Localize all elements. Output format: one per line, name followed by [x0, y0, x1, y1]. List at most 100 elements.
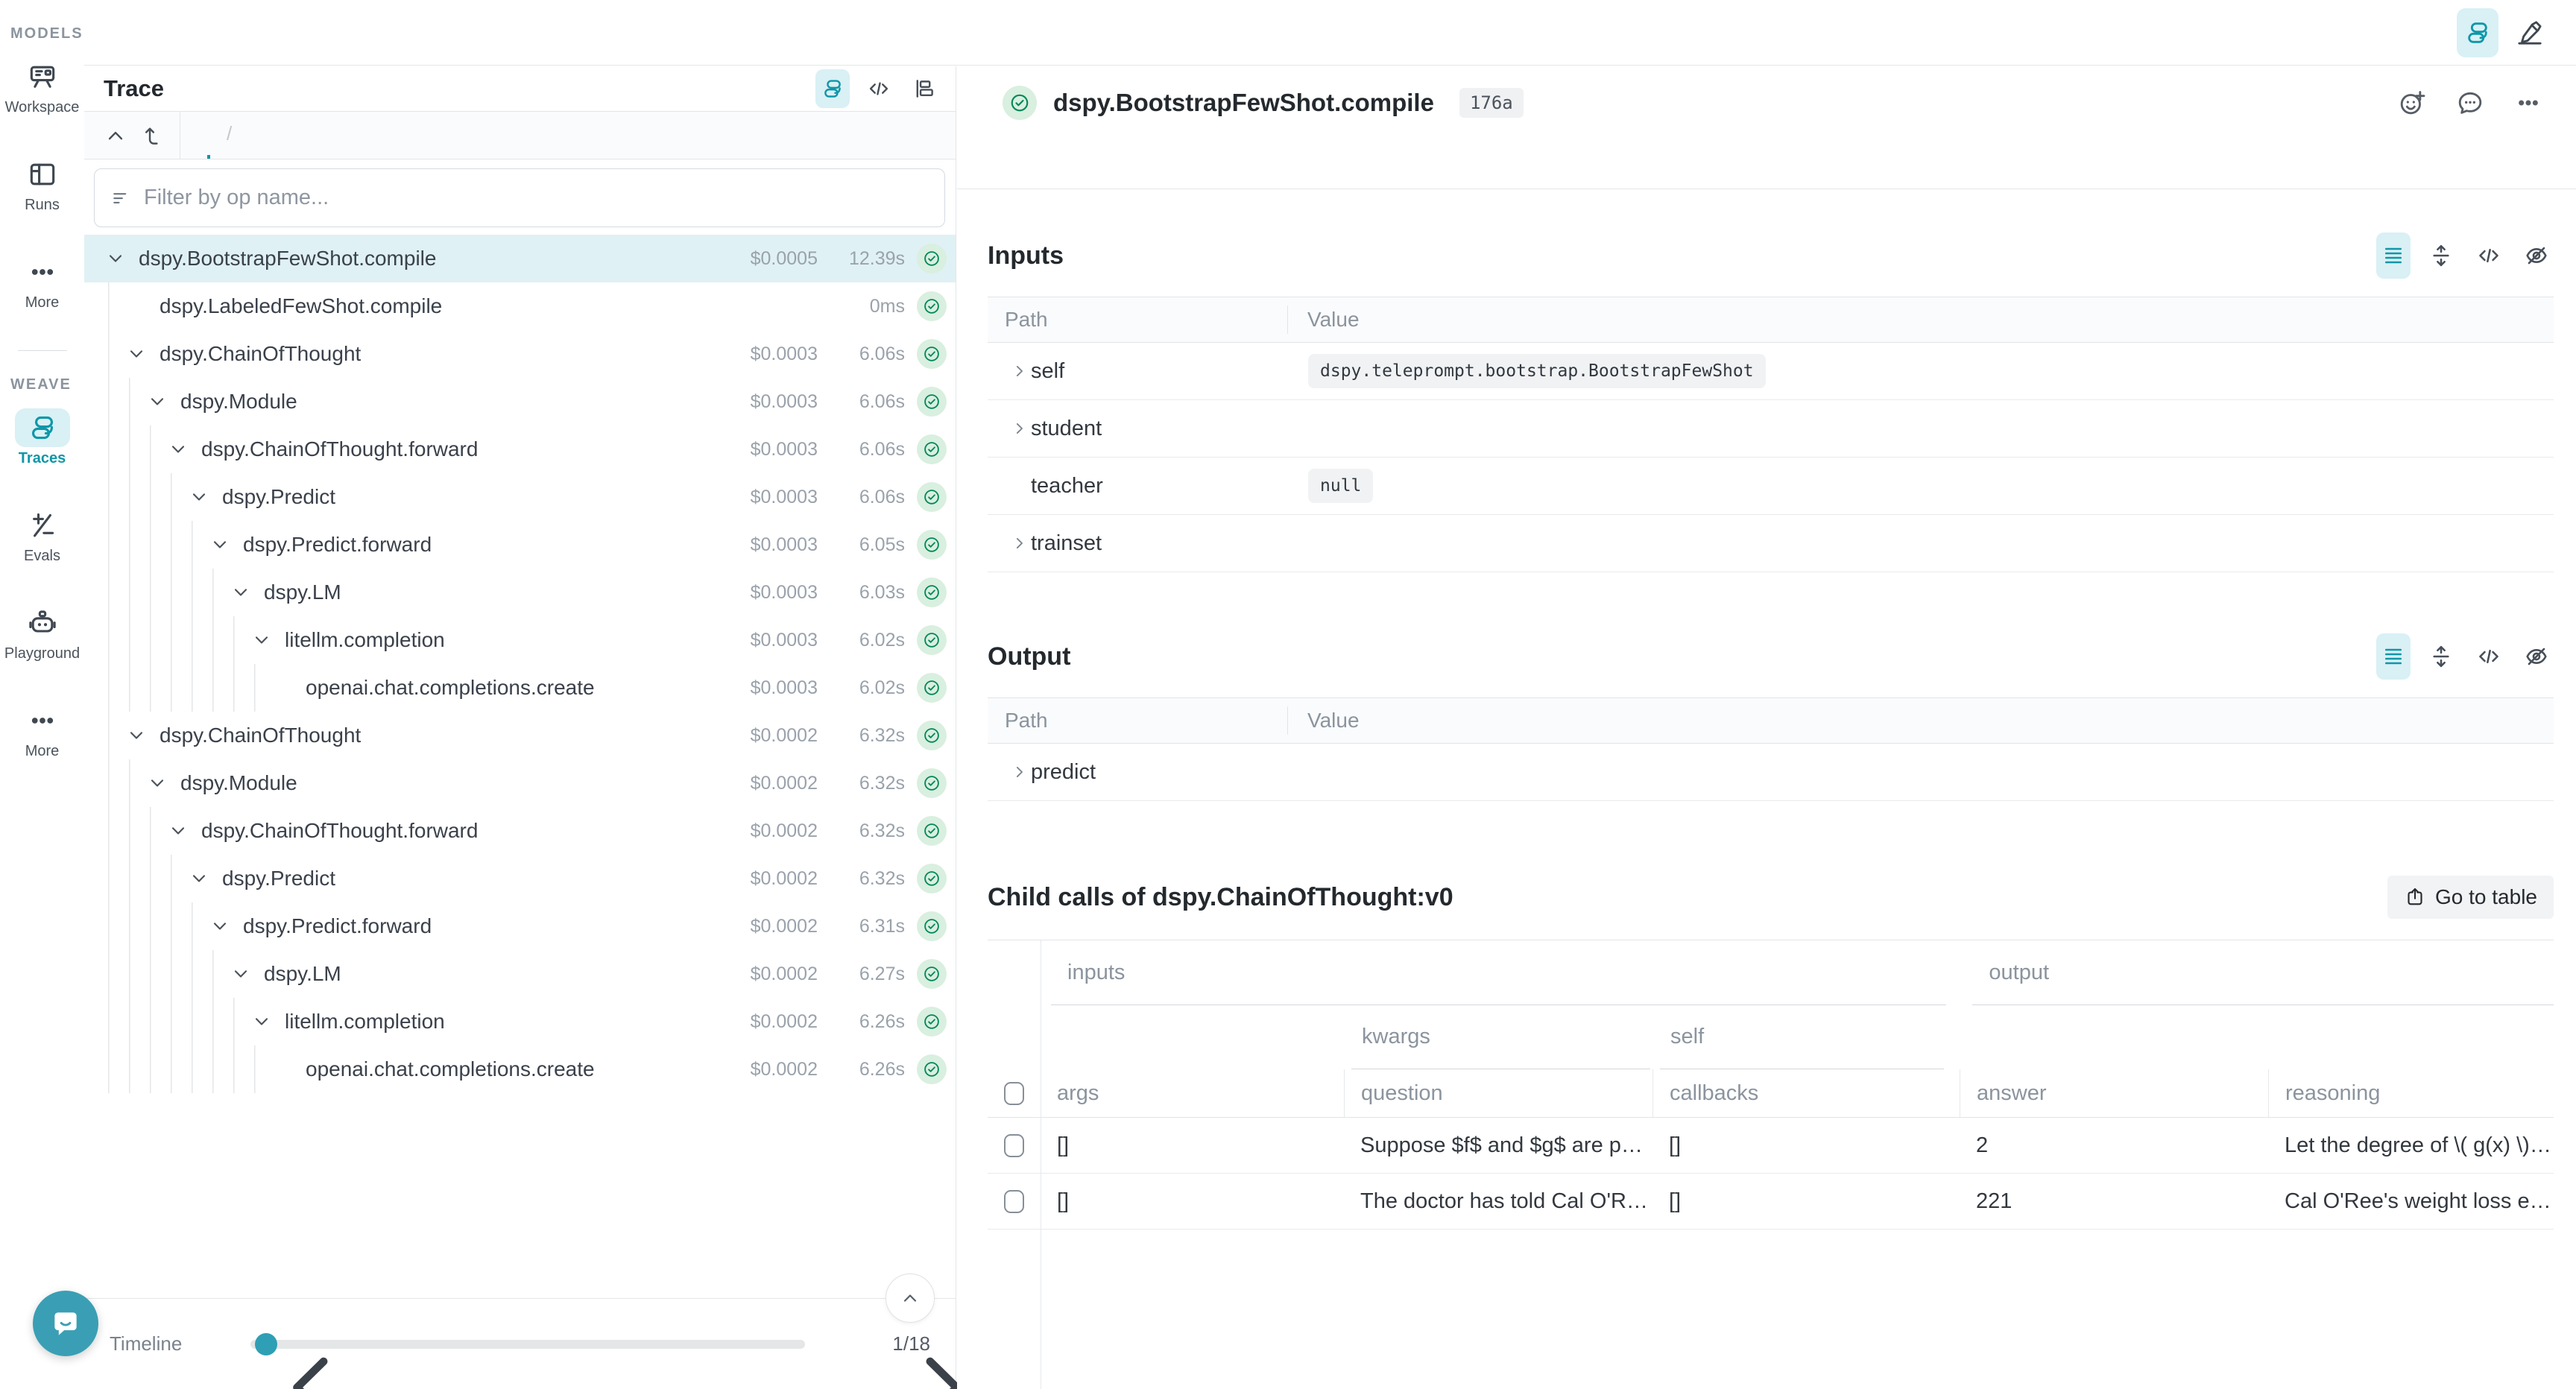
rail-section: MODELS Workspace Runs More [0, 25, 84, 311]
tree-view-button[interactable] [815, 69, 850, 108]
chevron-down-icon[interactable] [167, 438, 189, 461]
chevron-right-icon[interactable] [988, 361, 1031, 381]
trace-tree-row[interactable]: dspy.Module $0.0003 6.06s [84, 378, 956, 425]
hide-values-button[interactable] [2519, 633, 2554, 680]
go-to-table-button[interactable]: Go to table [2387, 876, 2554, 919]
timeline-prev-button[interactable] [198, 1332, 224, 1357]
trace-tree-row[interactable]: dspy.Predict.forward $0.0003 6.05s [84, 521, 956, 569]
child-call-row[interactable]: [] Suppose $f$ and $g$ are pol… [] 2 Let… [988, 1118, 2554, 1174]
sidebar-item-icon [15, 57, 70, 96]
success-status-icon [917, 721, 947, 750]
code-view-button[interactable] [862, 69, 896, 108]
flame-view-button[interactable] [908, 69, 942, 108]
op-filter-input[interactable] [144, 186, 929, 210]
hide-values-button[interactable] [2519, 232, 2554, 279]
chevron-down-icon[interactable] [104, 247, 127, 270]
trace-tree-row[interactable]: dspy.LM $0.0003 6.03s [84, 569, 956, 616]
support-chat-button[interactable] [33, 1291, 98, 1356]
breadcrumb [207, 112, 248, 159]
timeline-slider-knob[interactable] [255, 1333, 277, 1355]
code-icon [2475, 242, 2502, 269]
trace-panel-title: Trace [104, 75, 164, 102]
row-checkbox[interactable] [1004, 1134, 1024, 1157]
code-icon [866, 76, 891, 101]
json-view-button[interactable] [2472, 232, 2506, 279]
sidebar-item-evals[interactable]: Evals [0, 506, 84, 565]
trace-tree-row[interactable]: dspy.Predict $0.0002 6.32s [84, 855, 956, 902]
input-row[interactable]: teacher null [988, 458, 2554, 515]
sidebar-item-more[interactable]: More [0, 253, 84, 311]
trace-tree-row[interactable]: dspy.ChainOfThought $0.0002 6.32s [84, 712, 956, 759]
tree-indent [84, 473, 188, 521]
child-call-row[interactable]: [] The doctor has told Cal O'Re… [] 221 … [988, 1174, 2554, 1230]
chevron-down-icon[interactable] [146, 772, 168, 794]
collapse-all-button[interactable] [101, 116, 130, 155]
chevron-down-icon[interactable] [230, 581, 252, 604]
output-section: Output Path Value pred [988, 633, 2554, 801]
chevron-down-icon[interactable] [209, 534, 231, 556]
trace-view-toggle-button[interactable] [2457, 8, 2498, 57]
trace-tree-row[interactable]: dspy.Module $0.0002 6.32s [84, 759, 956, 807]
select-all-checkbox[interactable] [1004, 1082, 1024, 1105]
input-row[interactable]: student [988, 400, 2554, 458]
sidebar-item-more[interactable]: More [0, 701, 84, 760]
trace-tree-row[interactable]: litellm.completion $0.0002 6.26s [84, 998, 956, 1045]
sidebar-item-runs[interactable]: Runs [0, 155, 84, 214]
chevron-down-icon[interactable] [209, 915, 231, 937]
timeline-slider[interactable] [250, 1340, 805, 1349]
chevron-down-icon[interactable] [125, 724, 148, 747]
expand-rows-button[interactable] [2424, 633, 2458, 680]
input-row[interactable]: self dspy.teleprompt.bootstrap.Bootstrap… [988, 343, 2554, 400]
chevron-down-icon[interactable] [188, 867, 210, 890]
trace-tree-row[interactable]: dspy.LM $0.0002 6.27s [84, 950, 956, 998]
timeline-bar: Timeline 1/18 [84, 1298, 956, 1389]
callbacks-column-header: callbacks [1652, 1069, 1960, 1117]
trace-panel: Trace [84, 66, 956, 1389]
trace-tree-row[interactable]: dspy.ChainOfThought.forward $0.0003 6.06… [84, 425, 956, 473]
timeline-next-button[interactable] [832, 1332, 857, 1357]
op-duration: 6.32s [827, 868, 905, 890]
edit-button[interactable] [2509, 8, 2551, 57]
trace-tree-row[interactable]: litellm.completion $0.0003 6.02s [84, 616, 956, 664]
pen-icon [2515, 18, 2545, 48]
sidebar-item-label: Runs [25, 197, 60, 214]
trace-tree-row[interactable]: dspy.ChainOfThought.forward $0.0002 6.32… [84, 807, 956, 855]
output-row[interactable]: predict [988, 744, 2554, 801]
trace-tree-row[interactable]: openai.chat.completions.create $0.0003 6… [84, 664, 956, 712]
chevron-down-icon[interactable] [146, 390, 168, 413]
chevron-down-icon[interactable] [250, 1010, 273, 1033]
sidebar-item-playground[interactable]: Playground [0, 604, 84, 662]
chevron-down-icon[interactable] [125, 343, 148, 365]
trace-tree-row[interactable]: dspy.LabeledFewShot.compile 0ms [84, 282, 956, 330]
expand-rows-button[interactable] [2424, 232, 2458, 279]
json-view-button[interactable] [2472, 633, 2506, 680]
chevron-right-icon[interactable] [988, 419, 1031, 438]
trace-tree-row[interactable]: dspy.ChainOfThought $0.0003 6.06s [84, 330, 956, 378]
chevron-down-icon[interactable] [250, 629, 273, 651]
overflow-menu-button[interactable] [2513, 86, 2546, 119]
call-id-badge[interactable]: 176a [1459, 88, 1524, 118]
sidebar-item-workspace[interactable]: Workspace [0, 57, 84, 116]
chevron-down-icon[interactable] [188, 486, 210, 508]
add-reaction-button[interactable] [2397, 86, 2430, 119]
go-to-parent-button[interactable] [138, 116, 168, 155]
input-row[interactable]: trainset [988, 515, 2554, 572]
comments-button[interactable] [2455, 86, 2488, 119]
scroll-to-top-button[interactable] [886, 1273, 935, 1323]
trace-tree-row[interactable]: openai.chat.completions.create $0.0002 6… [84, 1045, 956, 1093]
chevron-right-icon[interactable] [988, 534, 1031, 553]
list-view-button[interactable] [2376, 633, 2411, 680]
sidebar-item-traces[interactable]: Traces [0, 408, 84, 467]
left-nav-rail: MODELS Workspace Runs More WEAVE Traces … [0, 0, 84, 1389]
chevron-right-icon[interactable] [988, 762, 1031, 782]
trace-tree-row[interactable]: dspy.Predict.forward $0.0002 6.31s [84, 902, 956, 950]
chevron-down-icon[interactable] [230, 963, 252, 985]
row-checkbox[interactable] [1004, 1190, 1024, 1213]
list-view-button[interactable] [2376, 232, 2411, 279]
op-cost: $0.0005 [706, 248, 818, 270]
breadcrumb-tab[interactable] [210, 112, 248, 159]
callbacks-cell: [] [1652, 1133, 1960, 1158]
chevron-down-icon[interactable] [167, 820, 189, 842]
trace-tree-row[interactable]: dspy.BootstrapFewShot.compile $0.0005 12… [84, 235, 956, 282]
trace-tree-row[interactable]: dspy.Predict $0.0003 6.06s [84, 473, 956, 521]
